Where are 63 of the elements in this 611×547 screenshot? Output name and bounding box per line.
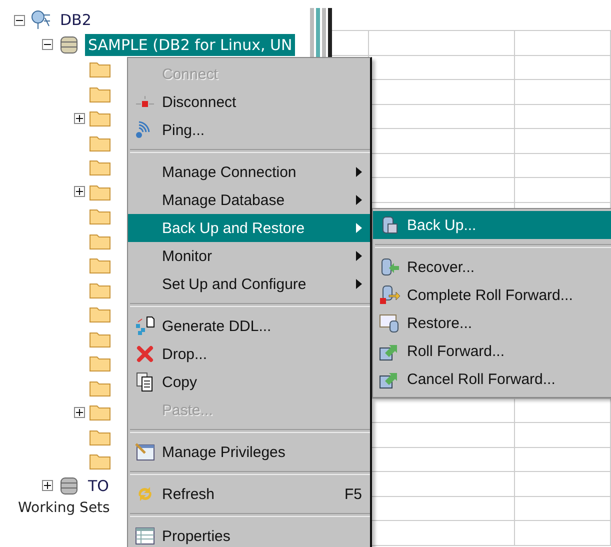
folder-icon (89, 403, 111, 422)
submenu-arrow-icon (356, 167, 362, 177)
section-label: Working Sets (17, 500, 111, 516)
database-disk-icon (380, 215, 400, 235)
menu-item[interactable]: Properties (128, 522, 370, 547)
menu-item[interactable]: Disconnect (128, 88, 370, 116)
tree-item[interactable]: DB2 (57, 9, 94, 32)
folder-icon (89, 84, 111, 103)
collapse-icon[interactable] (14, 14, 25, 26)
window-pencil-icon (134, 442, 156, 462)
database-arrow-icon (379, 285, 401, 305)
menu-item[interactable]: Cancel Roll Forward... (373, 365, 611, 393)
expand-icon[interactable] (74, 406, 85, 418)
menu-item[interactable]: Ping... (128, 116, 370, 144)
menu-item[interactable]: Manage Database (128, 186, 370, 214)
expand-icon[interactable] (42, 480, 53, 492)
submenu-arrow-icon (356, 279, 362, 289)
database-arrow-icon (380, 257, 400, 277)
tree-item[interactable]: TO (85, 474, 112, 497)
folder-icon (89, 280, 111, 299)
submenu-arrow-icon (356, 195, 362, 205)
menu-item[interactable]: Back Up and Restore (128, 214, 370, 242)
folder-icon (89, 354, 111, 372)
folder-icon (89, 452, 111, 470)
menu-item[interactable]: Refresh F5 (128, 480, 370, 508)
folder-icon (89, 158, 111, 176)
folder-icon (89, 207, 111, 226)
folder-icon (89, 109, 111, 128)
shortcut-label: F5 (344, 486, 362, 502)
expand-icon[interactable] (74, 112, 85, 124)
folder-icon (89, 134, 111, 152)
submenu-arrow-icon (356, 223, 362, 233)
collapse-icon[interactable] (42, 39, 53, 50)
menu-item[interactable]: Back Up... (373, 211, 611, 239)
menu-item[interactable]: Recover... (373, 253, 611, 281)
instance-icon (29, 9, 53, 32)
menu-item[interactable]: Manage Privileges (128, 438, 370, 466)
expand-icon[interactable] (74, 186, 85, 198)
plug-icon (136, 96, 154, 108)
menu-item[interactable]: Manage Connection (128, 158, 370, 186)
folder-icon (89, 428, 111, 446)
menu-item[interactable]: Drop... (128, 340, 370, 368)
folder-icon (89, 330, 111, 348)
menu-item[interactable]: Restore... (373, 309, 611, 337)
folder-icon (89, 182, 111, 201)
folder-icon (89, 256, 111, 274)
folder-icon (89, 60, 111, 78)
menu-item[interactable]: Roll Forward... (373, 337, 611, 365)
copy-icon (136, 372, 154, 392)
window-database-icon (379, 313, 401, 333)
menu-item[interactable]: Complete Roll Forward... (373, 281, 611, 309)
folder-icon (89, 378, 111, 397)
submenu-arrow-icon (356, 251, 362, 261)
folder-icon (89, 232, 111, 250)
menu-item[interactable]: Copy (128, 368, 370, 396)
ddl-icon (134, 316, 156, 336)
menu-item[interactable]: Generate DDL... (128, 312, 370, 340)
delete-icon (136, 345, 154, 363)
table-icon (135, 527, 155, 545)
folder-icon (89, 305, 111, 324)
tree-item[interactable]: SAMPLE (DB2 for Linux, UN (85, 34, 296, 56)
menu-item[interactable]: Set Up and Configure (128, 270, 370, 298)
menu-item[interactable]: Monitor (128, 242, 370, 270)
